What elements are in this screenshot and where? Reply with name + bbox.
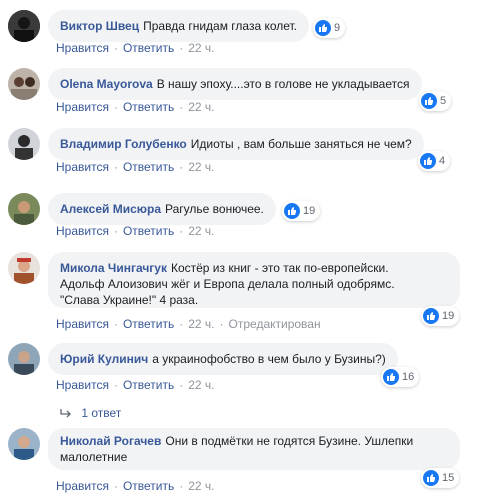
reply-link[interactable]: Ответить <box>123 100 174 114</box>
avatar[interactable] <box>8 252 40 284</box>
edited-label[interactable]: Отредактирован <box>229 317 321 331</box>
comment-bubble: Алексей Мисюра Рагулье вонючее. <box>48 193 276 225</box>
avatar[interactable] <box>8 10 40 42</box>
timestamp[interactable]: 22 ч. <box>188 160 214 174</box>
comment-bubble: Виктор Швец Правда гнидам глаза колет. <box>48 10 310 42</box>
reaction-count[interactable]: 19 <box>282 201 321 221</box>
thumbs-up-icon <box>383 369 399 385</box>
comment-text: Рагулье вонючее. <box>165 202 264 216</box>
like-link[interactable]: Нравится <box>56 224 109 238</box>
comment-actions: Нравится · Ответить · 22 ч. · Отредактирован <box>56 317 321 331</box>
comment-author[interactable]: Владимир Голубенко <box>60 137 187 151</box>
timestamp[interactable]: 22 ч. <box>188 378 214 392</box>
comment-author[interactable]: Olena Mayorova <box>60 77 153 91</box>
avatar[interactable] <box>8 343 40 375</box>
reply-link[interactable]: Ответить <box>123 378 174 392</box>
comment-bubble: Владимир Голубенко Идиоты , вам больше за… <box>48 128 424 160</box>
reply-arrow-icon <box>60 409 71 418</box>
timestamp[interactable]: 22 ч. <box>188 100 214 114</box>
comment-actions: Нравится · Ответить · 22 ч. <box>56 479 215 493</box>
reaction-count[interactable]: 4 <box>418 151 451 171</box>
like-link[interactable]: Нравится <box>56 100 109 114</box>
reply-link[interactable]: Ответить <box>123 317 174 331</box>
view-replies-link[interactable]: 1 ответ <box>60 406 121 420</box>
avatar-photo <box>8 10 40 42</box>
like-link[interactable]: Нравится <box>56 479 109 493</box>
reaction-count[interactable]: 9 <box>313 18 346 38</box>
reaction-count[interactable]: 16 <box>381 367 420 387</box>
comment-bubble: Юрий Кулинич а украинофобство в чем было … <box>48 343 398 375</box>
thumbs-up-icon <box>420 153 436 169</box>
like-link[interactable]: Нравится <box>56 317 109 331</box>
comment-text-line-2: Адольф Алоизович жёг и Европа делала пол… <box>60 277 395 291</box>
comment-text-line-1: Они в подмётки не годятся Бузине. Ушлепк… <box>165 434 414 448</box>
comment-bubble: Olena Mayorova В нашу эпоху....это в голо… <box>48 68 422 100</box>
timestamp[interactable]: 22 ч. <box>188 224 214 238</box>
comment-bubble: Николай Рогачев Они в подмётки не годятся… <box>48 428 460 470</box>
avatar[interactable] <box>8 428 40 460</box>
comment-text: Правда гнидам глаза колет. <box>143 19 298 33</box>
comment-actions: Нравится · Ответить · 22 ч. <box>56 378 215 392</box>
comment-actions: Нравится · Ответить · 22 ч. <box>56 224 215 238</box>
thumbs-up-icon <box>284 203 300 219</box>
reply-link[interactable]: Ответить <box>123 41 174 55</box>
avatar-photo <box>8 252 40 284</box>
like-link[interactable]: Нравится <box>56 160 109 174</box>
avatar-photo <box>8 68 40 100</box>
thumbs-up-icon <box>421 93 437 109</box>
avatar-photo <box>8 128 40 160</box>
comment-text: а украинофобство в чем было у Бузины?) <box>152 352 386 366</box>
comment-bubble: Микола Чингачгук Костёр из книг - это так… <box>48 252 460 308</box>
reaction-count[interactable]: 19 <box>421 306 460 326</box>
comment-author[interactable]: Юрий Кулинич <box>60 352 148 366</box>
comment-text: В нашу эпоху....это в голове не укладыва… <box>156 77 410 91</box>
comment-author[interactable]: Николай Рогачев <box>60 434 161 448</box>
comment-actions: Нравится · Ответить · 22 ч. <box>56 100 215 114</box>
avatar[interactable] <box>8 68 40 100</box>
timestamp[interactable]: 22 ч. <box>188 41 214 55</box>
comment-author[interactable]: Микола Чингачгук <box>60 261 167 275</box>
timestamp[interactable]: 22 ч. <box>188 317 214 331</box>
comment-text-line-1: Костёр из книг - это так по-европейски. <box>170 261 389 275</box>
comment-actions: Нравится · Ответить · 22 ч. <box>56 41 215 55</box>
reply-link[interactable]: Ответить <box>123 160 174 174</box>
comment-author[interactable]: Алексей Мисюра <box>60 202 161 216</box>
comment-text-line-3: "Слава Украине!" 4 раза. <box>60 293 199 307</box>
avatar-photo <box>8 193 40 225</box>
comment-text-line-2: малолетние <box>60 450 128 464</box>
timestamp[interactable]: 22 ч. <box>188 479 214 493</box>
comment-text: Идиоты , вам больше заняться не чем? <box>190 137 412 151</box>
reply-link[interactable]: Ответить <box>123 479 174 493</box>
avatar[interactable] <box>8 128 40 160</box>
avatar[interactable] <box>8 193 40 225</box>
comment-actions: Нравится · Ответить · 22 ч. <box>56 160 215 174</box>
reply-link[interactable]: Ответить <box>123 224 174 238</box>
reaction-count[interactable]: 15 <box>421 468 460 488</box>
comment-author[interactable]: Виктор Швец <box>60 19 139 33</box>
like-link[interactable]: Нравится <box>56 378 109 392</box>
like-link[interactable]: Нравится <box>56 41 109 55</box>
avatar-photo <box>8 428 40 460</box>
avatar-photo <box>8 343 40 375</box>
thumbs-up-icon <box>315 20 331 36</box>
thumbs-up-icon <box>423 308 439 324</box>
thumbs-up-icon <box>423 470 439 486</box>
reaction-count[interactable]: 5 <box>419 91 452 111</box>
